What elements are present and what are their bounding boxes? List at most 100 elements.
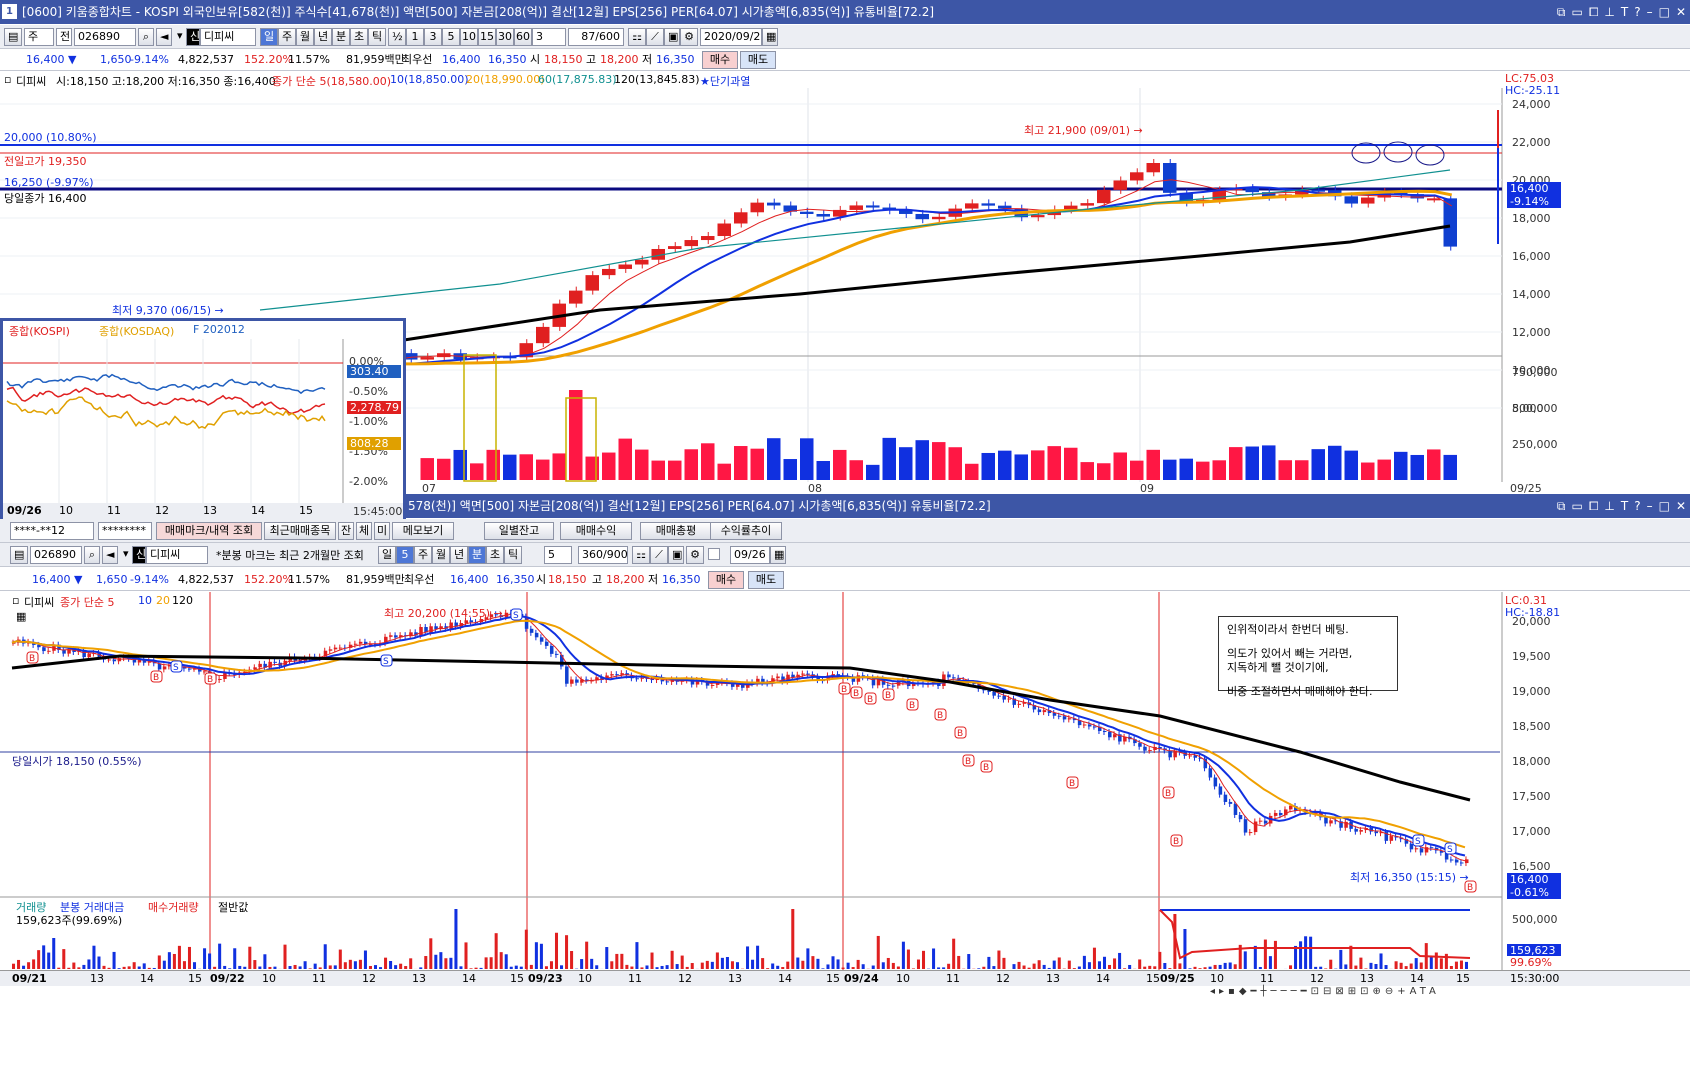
interval-button-5[interactable]: 5: [442, 28, 460, 46]
sell-button[interactable]: 매도: [748, 571, 784, 589]
period-tab-5[interactable]: 초: [350, 28, 368, 46]
date-checkbox[interactable]: [708, 548, 720, 560]
bottom-x-tick-28: 12: [1310, 972, 1324, 985]
pin-icon[interactable]: ⊥: [1604, 0, 1614, 24]
period-tab-2[interactable]: 월: [296, 28, 314, 46]
bottom-minute-chart[interactable]: BB BB BB BBBBBBBBBBSSSSS: [0, 592, 1690, 1079]
window-number-icon[interactable]: 1: [2, 4, 17, 19]
close-icon[interactable]: ✕: [1676, 0, 1686, 24]
bottom-button-2[interactable]: 매매총평: [640, 522, 712, 540]
date-input[interactable]: 2020/09/25: [700, 28, 762, 46]
bottom-period-1[interactable]: 5: [396, 546, 414, 564]
bottom-period-5[interactable]: 분: [468, 546, 486, 564]
grid-icon[interactable]: ⚏: [628, 28, 646, 46]
bottom-tab-5[interactable]: 메모보기: [392, 522, 454, 540]
bottom-tab-0[interactable]: 매매마크/내역 조회: [156, 522, 262, 540]
settings-icon[interactable]: ⚙: [680, 28, 698, 46]
save-icon[interactable]: ▣: [664, 28, 680, 46]
period-tab-3[interactable]: 년: [314, 28, 332, 46]
calendar-icon[interactable]: ▦: [762, 28, 778, 46]
chart-icon[interactable]: ▤: [10, 546, 28, 564]
scroll-controls[interactable]: ◂▸▪◆━┼───━⊡⊟⊠⊞⊡⊕⊖+ATA: [1210, 986, 1690, 999]
bottom-button-1[interactable]: 매매수익: [560, 522, 632, 540]
bottom-tab-3[interactable]: 체: [356, 522, 372, 540]
prev-select[interactable]: 전: [56, 28, 72, 46]
drawing-icon[interactable]: ⟋: [650, 546, 668, 564]
text-icon[interactable]: T: [1621, 494, 1628, 518]
range-input[interactable]: 360/900: [578, 546, 628, 564]
close-icon[interactable]: ✕: [1676, 494, 1686, 518]
bottom-period-6[interactable]: 초: [486, 546, 504, 564]
account-select[interactable]: ****-**12: [10, 522, 94, 540]
help-icon[interactable]: ?: [1634, 494, 1640, 518]
search-icon[interactable]: ⌕: [138, 28, 154, 46]
half-button[interactable]: ½: [388, 28, 406, 46]
bottom-tab-4[interactable]: 미: [374, 522, 390, 540]
legend-toggle-icon[interactable]: ▫: [4, 73, 11, 86]
bottom-period-0[interactable]: 일: [378, 546, 396, 564]
top-quote-bar: 16,400 ▼ 1,650 -9.14% 4,822,537 152.20% …: [0, 49, 1690, 71]
interval-button-3[interactable]: 3: [424, 28, 442, 46]
restore-icon[interactable]: ▭: [1571, 494, 1582, 518]
svg-text:B: B: [1165, 789, 1171, 799]
bottom-period-4[interactable]: 년: [450, 546, 468, 564]
memo-box[interactable]: 인위적이라서 한번더 베팅. 의도가 있어서 빼는 거라면, 지독하게 뺄 것이…: [1218, 616, 1398, 698]
stock-name-input[interactable]: 디피씨: [200, 28, 256, 46]
password-input[interactable]: ********: [98, 522, 152, 540]
link-icon[interactable]: ⧉: [1557, 0, 1566, 24]
interval-button-1[interactable]: 1: [406, 28, 424, 46]
grid-icon[interactable]: ⚏: [632, 546, 650, 564]
settings-icon[interactable]: ⚙: [686, 546, 704, 564]
bottom-tab-1[interactable]: 최근매매종목: [264, 522, 336, 540]
period-tab-0[interactable]: 일: [260, 28, 278, 46]
period-tab-6[interactable]: 틱: [368, 28, 386, 46]
interval-button-10[interactable]: 10: [460, 28, 478, 46]
pin-icon[interactable]: ⊥: [1604, 494, 1614, 518]
chart-icon[interactable]: ▤: [4, 28, 22, 46]
range-input[interactable]: 87/600: [568, 28, 624, 46]
link-icon[interactable]: ⧉: [1557, 494, 1566, 518]
save-icon[interactable]: ▣: [668, 546, 684, 564]
minimize-icon[interactable]: –: [1647, 494, 1653, 518]
top-window-titlebar[interactable]: 1 [0600] 키움종합차트 - KOSPI 외국인보유[582(천)] 주식…: [0, 0, 1690, 24]
period-tab-1[interactable]: 주: [278, 28, 296, 46]
drawing-icon[interactable]: ⟋: [646, 28, 664, 46]
search-icon[interactable]: ⌕: [84, 546, 100, 564]
tile-icon[interactable]: ⧠: [1589, 494, 1599, 518]
count-select[interactable]: 3: [532, 28, 566, 46]
bottom-window-titlebar[interactable]: 578(천)] 액면[500] 자본금[208(억)] 결산[12월] EPS[…: [404, 494, 1690, 518]
sell-button[interactable]: 매도: [740, 51, 776, 69]
date-input[interactable]: 09/26: [730, 546, 770, 564]
interval-button-60[interactable]: 60: [514, 28, 532, 46]
help-icon[interactable]: ?: [1634, 0, 1640, 24]
period-tab-4[interactable]: 분: [332, 28, 350, 46]
code-input[interactable]: 026890: [30, 546, 82, 564]
bottom-period-7[interactable]: 틱: [504, 546, 522, 564]
stock-name-input[interactable]: 디피씨: [146, 546, 208, 564]
maximize-icon[interactable]: □: [1659, 494, 1670, 518]
interval-button-15[interactable]: 15: [478, 28, 496, 46]
index-mini-chart-window[interactable]: 종합(KOSPI) 종합(KOSDAQ) F 202012 0.00% -0.50% -…: [0, 318, 406, 521]
bottom-button-0[interactable]: 일별잔고: [484, 522, 554, 540]
bottom-tab-2[interactable]: 잔: [338, 522, 354, 540]
restore-icon[interactable]: ▭: [1571, 0, 1582, 24]
buy-button[interactable]: 매수: [702, 51, 738, 69]
bottom-period-3[interactable]: 월: [432, 546, 450, 564]
speaker-icon[interactable]: ◄: [102, 546, 118, 564]
interval-button-30[interactable]: 30: [496, 28, 514, 46]
text-icon[interactable]: T: [1621, 0, 1628, 24]
speaker-icon[interactable]: ◄: [156, 28, 172, 46]
dropdown-icon[interactable]: ▾: [120, 546, 130, 564]
dropdown-icon[interactable]: ▾: [174, 28, 184, 46]
minimize-icon[interactable]: –: [1647, 0, 1653, 24]
bottom-period-2[interactable]: 주: [414, 546, 432, 564]
calendar-icon[interactable]: ▦: [770, 546, 786, 564]
tile-icon[interactable]: ⧠: [1589, 0, 1599, 24]
table-view-icon[interactable]: ▦: [16, 610, 26, 623]
bottom-button-3[interactable]: 수익률추이: [710, 522, 782, 540]
maximize-icon[interactable]: □: [1659, 0, 1670, 24]
interval-select[interactable]: 5: [544, 546, 572, 564]
code-input[interactable]: 026890: [74, 28, 136, 46]
buy-button[interactable]: 매수: [708, 571, 744, 589]
type-select[interactable]: 주: [24, 28, 54, 46]
